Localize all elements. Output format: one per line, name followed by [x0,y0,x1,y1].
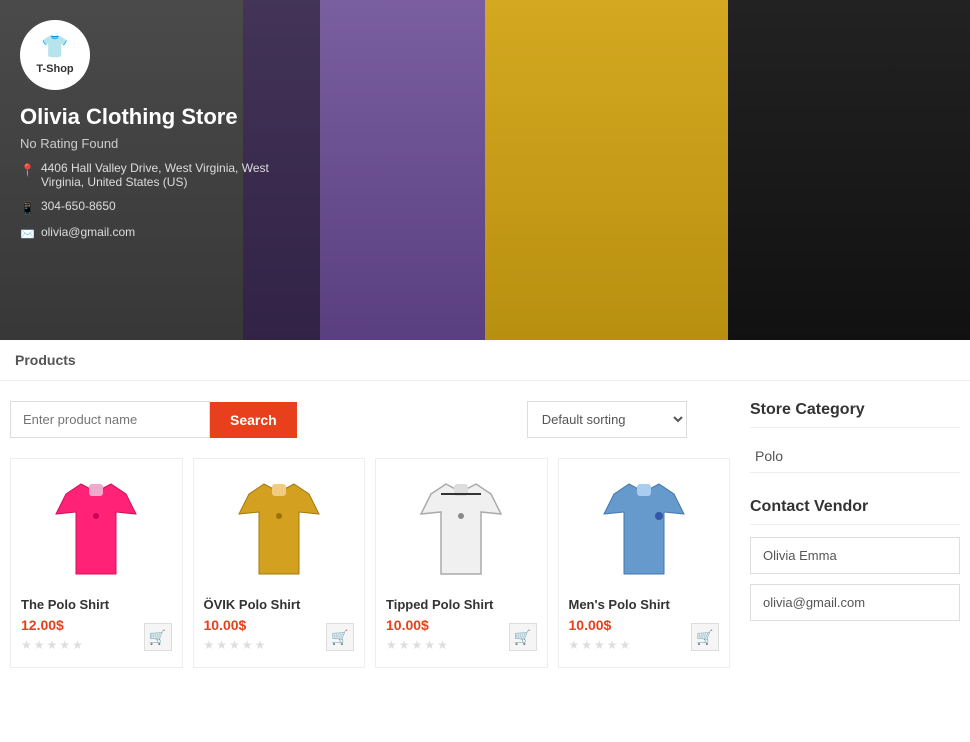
star-3-1: ★ [386,638,397,652]
star-1-1: ★ [21,638,32,652]
product-image-2 [204,469,355,589]
star-3-2: ★ [399,638,410,652]
polo-svg-1 [51,474,141,584]
product-name-3: Tipped Polo Shirt [386,597,537,612]
product-footer-1: 12.00$ ★ ★ ★ ★ ★ 🛒 [21,617,172,657]
email-text: olivia@gmail.com [41,225,135,239]
phone-text: 304-650-8650 [41,199,116,213]
contact-vendor-section: Contact Vendor [750,498,960,631]
product-name-1: The Polo Shirt [21,597,172,612]
star-2-2: ★ [216,638,227,652]
product-footer-2: 10.00$ ★ ★ ★ ★ ★ 🛒 [204,617,355,657]
store-banner: 👕 T-Shop Olivia Clothing Store No Rating… [0,0,970,340]
star-4-3: ★ [594,638,605,652]
product-footer-4: 10.00$ ★ ★ ★ ★ ★ 🛒 [569,617,720,657]
product-price-2: 10.00$ ★ ★ ★ ★ ★ [204,617,266,657]
location-icon: 📍 [20,163,35,177]
tshirt-icon: 👕 [36,34,73,60]
product-card-2: ÖVIK Polo Shirt 10.00$ ★ ★ ★ ★ ★ [193,458,366,668]
store-email: ✉️ olivia@gmail.com [20,225,300,241]
sidebar: Store Category Polo Contact Vendor [730,401,960,668]
stars-2: ★ ★ ★ ★ ★ [204,638,266,652]
store-logo: 👕 T-Shop [20,20,90,90]
star-2-4: ★ [242,638,253,652]
star-2-3: ★ [229,638,240,652]
product-price-4: 10.00$ ★ ★ ★ ★ ★ [569,617,631,657]
stars-1: ★ ★ ★ ★ ★ [21,638,83,652]
category-item-polo[interactable]: Polo [750,440,960,473]
search-input[interactable] [10,401,210,438]
store-category-section: Store Category Polo [750,401,960,473]
logo-inner: 👕 T-Shop [36,34,73,76]
product-card-3: Tipped Polo Shirt 10.00$ ★ ★ ★ ★ ★ [375,458,548,668]
vendor-email-input[interactable] [750,584,960,621]
star-2-1: ★ [204,638,215,652]
stars-3: ★ ★ ★ ★ ★ [386,638,448,652]
price-text-3: 10.00$ [386,617,448,633]
vendor-name-input[interactable] [750,537,960,574]
star-1-3: ★ [47,638,58,652]
products-section: Products Search Default sorting [0,340,970,688]
add-to-cart-2[interactable]: 🛒 [326,623,354,651]
store-info-overlay: 👕 T-Shop Olivia Clothing Store No Rating… [0,0,320,340]
product-name-2: ÖVIK Polo Shirt [204,597,355,612]
product-name-4: Men's Polo Shirt [569,597,720,612]
product-image-4 [569,469,720,589]
star-3-3: ★ [412,638,423,652]
product-card-4: Men's Polo Shirt 10.00$ ★ ★ ★ ★ ★ [558,458,731,668]
contact-vendor-title: Contact Vendor [750,498,960,525]
search-button[interactable]: Search [210,402,297,438]
polo-svg-3 [416,474,506,584]
product-footer-3: 10.00$ ★ ★ ★ ★ ★ 🛒 [386,617,537,657]
star-4-4: ★ [607,638,618,652]
sort-select[interactable]: Default sorting [527,401,687,438]
star-4-5: ★ [620,638,631,652]
star-2-5: ★ [255,638,266,652]
product-grid: The Polo Shirt 12.00$ ★ ★ ★ ★ ★ [10,458,730,668]
product-price-3: 10.00$ ★ ★ ★ ★ ★ [386,617,448,657]
polo-svg-2 [234,474,324,584]
price-text-1: 12.00$ [21,617,83,633]
polo-svg-4 [599,474,689,584]
price-text-2: 10.00$ [204,617,266,633]
product-image-1 [21,469,172,589]
stars-4: ★ ★ ★ ★ ★ [569,638,631,652]
product-price-1: 12.00$ ★ ★ ★ ★ ★ [21,617,83,657]
product-image-3 [386,469,537,589]
phone-icon: 📱 [20,201,35,215]
email-icon: ✉️ [20,227,35,241]
star-1-5: ★ [72,638,83,652]
address-text: 4406 Hall Valley Drive, West Virginia, W… [41,161,300,189]
star-3-4: ★ [424,638,435,652]
star-4-2: ★ [581,638,592,652]
products-left: Search Default sorting The P [10,401,730,668]
search-bar-row: Search Default sorting [10,401,730,438]
store-rating: No Rating Found [20,136,300,151]
products-label: Products [15,352,76,368]
star-1-2: ★ [34,638,45,652]
add-to-cart-1[interactable]: 🛒 [144,623,172,651]
banner-panel-4 [728,0,970,340]
add-to-cart-3[interactable]: 🛒 [509,623,537,651]
banner-panel-3 [485,0,728,340]
logo-text: T-Shop [36,63,73,75]
store-category-title: Store Category [750,401,960,428]
store-name: Olivia Clothing Store [20,104,300,130]
products-header: Products [0,340,970,381]
product-card-1: The Polo Shirt 12.00$ ★ ★ ★ ★ ★ [10,458,183,668]
price-text-4: 10.00$ [569,617,631,633]
star-3-5: ★ [437,638,448,652]
star-4-1: ★ [569,638,580,652]
star-1-4: ★ [59,638,70,652]
add-to-cart-4[interactable]: 🛒 [691,623,719,651]
store-phone: 📱 304-650-8650 [20,199,300,215]
store-address: 📍 4406 Hall Valley Drive, West Virginia,… [20,161,300,189]
products-main: Search Default sorting The P [0,381,970,688]
